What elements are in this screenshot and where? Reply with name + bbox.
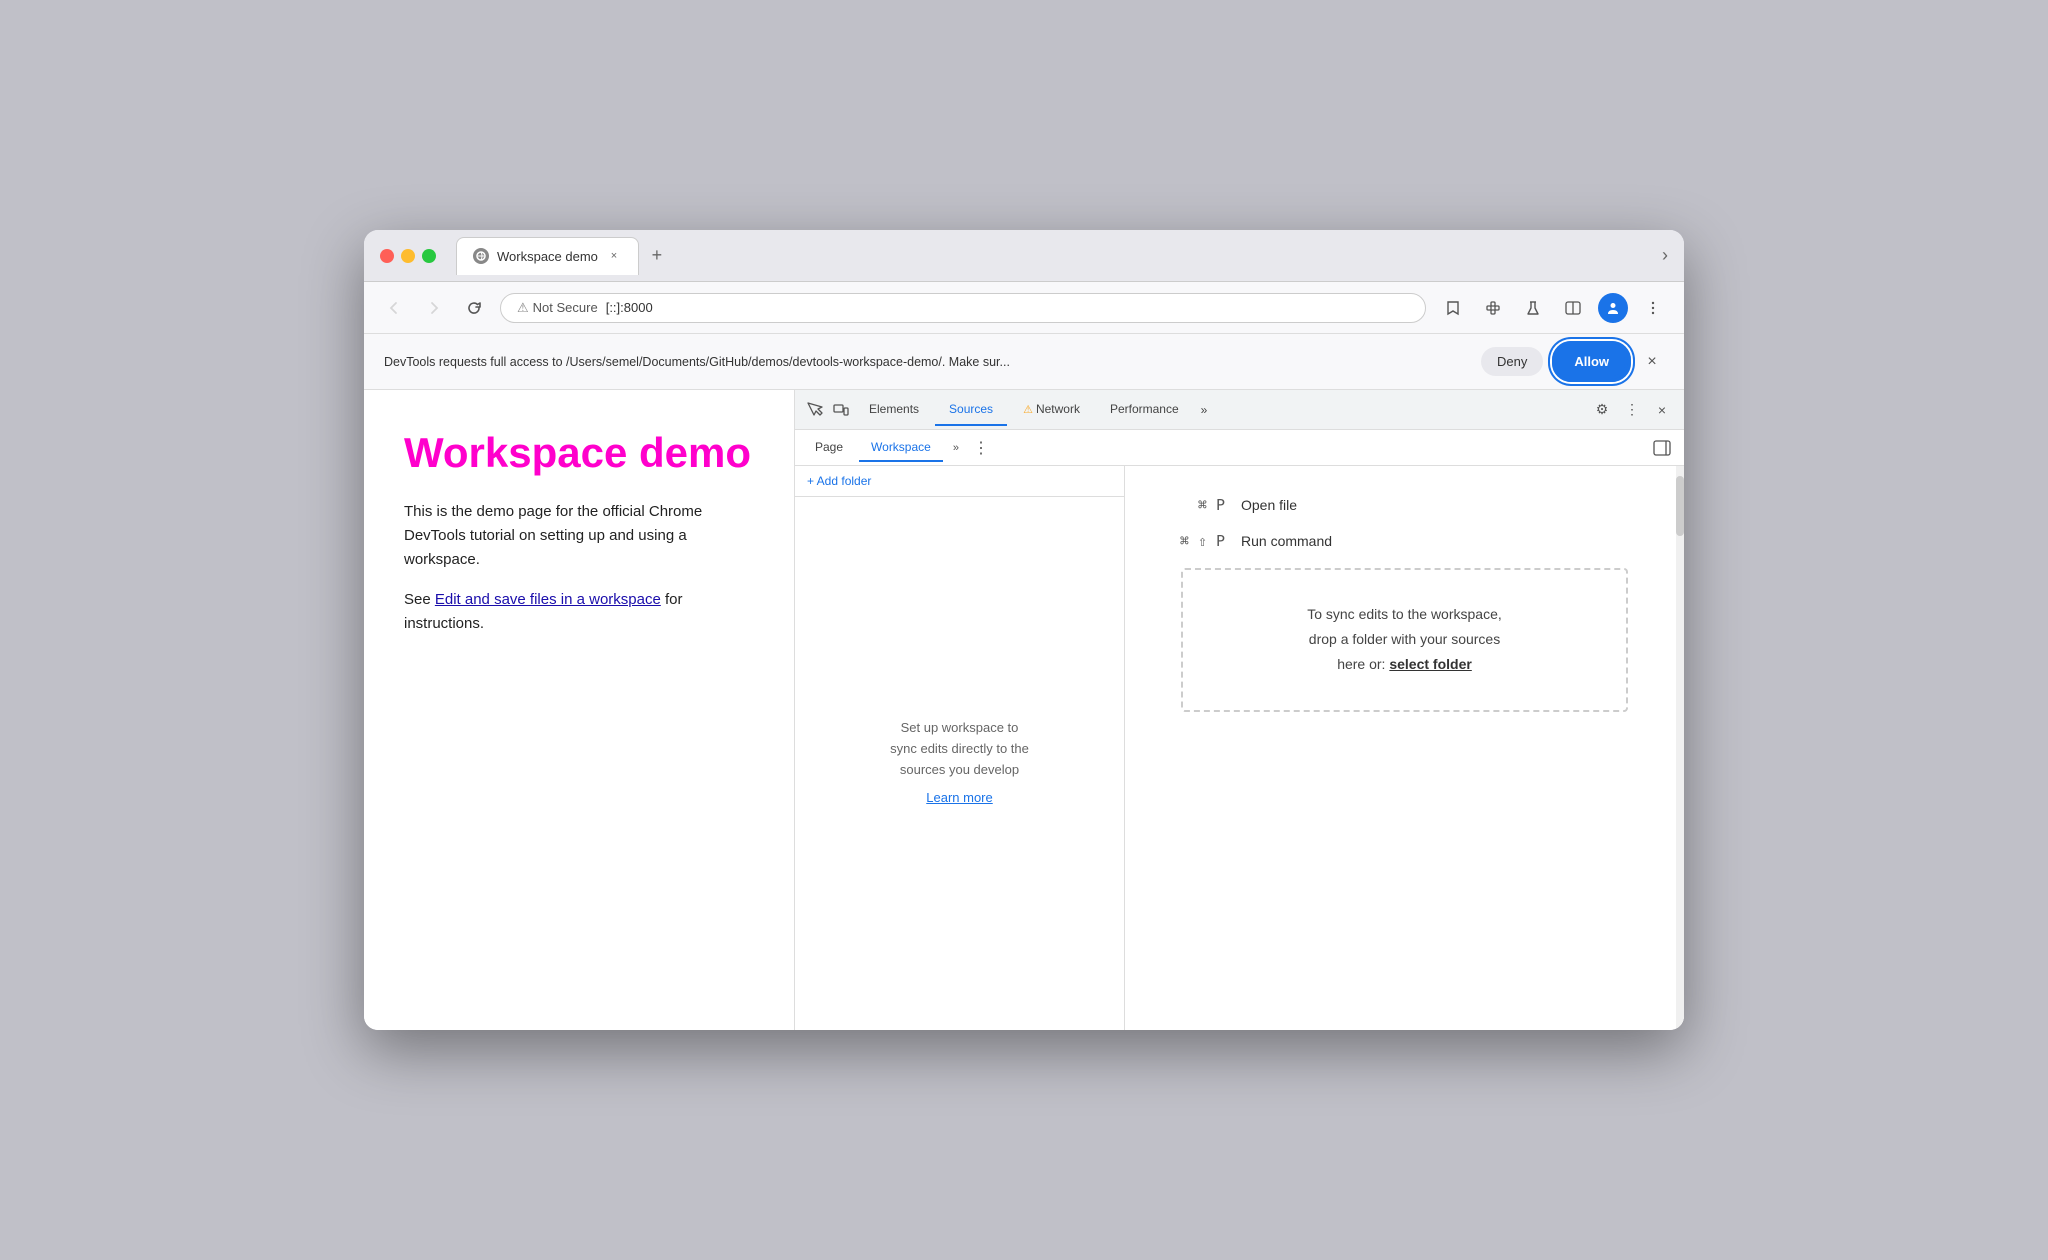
tab-list-button[interactable]: › [1662, 245, 1668, 266]
tab-network[interactable]: ⚠Network [1009, 394, 1094, 426]
browser-window: Workspace demo × + › ⚠ Not Secure [::]:8… [364, 230, 1684, 1030]
sources-right-content: ⌘ P Open file ⌘ ⇧ P Run command To sync … [1125, 466, 1684, 758]
allow-button[interactable]: Allow [1555, 344, 1628, 379]
permission-text: DevTools requests full access to /Users/… [384, 355, 1469, 369]
subtab-page[interactable]: Page [803, 434, 855, 462]
more-tabs-button[interactable]: » [1195, 399, 1214, 421]
shortcut-run-command-keys: ⌘ ⇧ P [1165, 532, 1225, 550]
scrollbar-thumb[interactable] [1676, 476, 1684, 536]
lab-button[interactable] [1518, 293, 1548, 323]
learn-more-link[interactable]: Learn more [926, 788, 992, 809]
settings-button[interactable]: ⚙ [1588, 396, 1616, 424]
tab-title: Workspace demo [497, 249, 598, 264]
tab-elements[interactable]: Elements [855, 394, 933, 426]
profile-button[interactable] [1598, 293, 1628, 323]
security-indicator: ⚠ Not Secure [517, 300, 598, 316]
empty-text: Set up workspace to sync edits directly … [890, 718, 1029, 780]
subtabs-more-button[interactable]: » [947, 438, 965, 458]
page-content: Workspace demo This is the demo page for… [364, 390, 794, 1030]
drop-zone[interactable]: To sync edits to the workspace, drop a f… [1181, 568, 1628, 712]
shortcut-run-command-label: Run command [1241, 533, 1332, 549]
body-paragraph-2: See Edit and save files in a workspace f… [404, 588, 754, 636]
devtools-tabs: Elements Sources ⚠Network Performance » … [795, 390, 1684, 430]
close-button[interactable] [380, 249, 394, 263]
devtools-more-button[interactable]: ⋮ [1618, 396, 1646, 424]
reload-button[interactable] [460, 294, 488, 322]
sidebar-toggle-button[interactable] [1648, 434, 1676, 462]
workspace-link[interactable]: Edit and save files in a workspace [435, 591, 661, 608]
extensions-button[interactable] [1478, 293, 1508, 323]
subtab-workspace[interactable]: Workspace [859, 434, 943, 462]
tab-sources[interactable]: Sources [935, 394, 1007, 426]
traffic-lights [380, 249, 436, 263]
body-prefix: See [404, 591, 435, 608]
content-area: Workspace demo This is the demo page for… [364, 390, 1684, 1030]
device-toggle-button[interactable] [829, 398, 853, 422]
not-secure-label: Not Secure [533, 300, 598, 315]
network-warning-icon: ⚠ [1023, 404, 1033, 416]
sources-subtabs: Page Workspace » ⋮ [795, 430, 1684, 466]
title-bar: Workspace demo × + › [364, 230, 1684, 282]
add-folder-button[interactable]: + Add folder [795, 466, 1124, 497]
shortcut-open-file-keys: ⌘ P [1165, 496, 1225, 514]
devtools-panel: Elements Sources ⚠Network Performance » … [794, 390, 1684, 1030]
tab-performance[interactable]: Performance [1096, 394, 1193, 426]
url-text: [::]:8000 [606, 300, 653, 315]
tab-bar: Workspace demo × + › [456, 237, 1668, 275]
select-folder-link[interactable]: select folder [1389, 656, 1471, 672]
shortcut-open-file: ⌘ P Open file [1165, 496, 1644, 514]
forward-button[interactable] [420, 294, 448, 322]
inspect-element-button[interactable] [803, 398, 827, 422]
page-body1: This is the demo page for the official C… [404, 500, 754, 636]
sources-body: + Add folder Set up workspace to sync ed… [795, 466, 1684, 1030]
tab-close-button[interactable]: × [606, 248, 622, 264]
address-bar: ⚠ Not Secure [::]:8000 [364, 282, 1684, 334]
body-paragraph-1: This is the demo page for the official C… [404, 500, 754, 572]
drop-zone-text-3: here or: [1337, 656, 1389, 672]
tab-favicon [473, 248, 489, 264]
active-tab[interactable]: Workspace demo × [456, 237, 639, 275]
toolbar-icons [1438, 293, 1668, 323]
page-title: Workspace demo [404, 430, 754, 476]
bookmark-button[interactable] [1438, 293, 1468, 323]
back-button[interactable] [380, 294, 408, 322]
permission-banner: DevTools requests full access to /Users/… [364, 334, 1684, 390]
sources-left-panel: + Add folder Set up workspace to sync ed… [795, 466, 1125, 1030]
shortcut-run-command: ⌘ ⇧ P Run command [1165, 532, 1644, 550]
chrome-menu-button[interactable] [1638, 293, 1668, 323]
banner-close-button[interactable]: × [1640, 350, 1664, 374]
drop-zone-text-1: To sync edits to the workspace, [1307, 606, 1502, 622]
drop-zone-text-2: drop a folder with your sources [1309, 631, 1500, 647]
shortcut-open-file-label: Open file [1241, 497, 1297, 513]
sources-right-panel: ⌘ P Open file ⌘ ⇧ P Run command To sync … [1125, 466, 1684, 1030]
scrollbar[interactable] [1676, 466, 1684, 1030]
minimize-button[interactable] [401, 249, 415, 263]
sources-empty-state: Set up workspace to sync edits directly … [795, 497, 1124, 1030]
warning-icon: ⚠ [517, 300, 529, 316]
url-bar[interactable]: ⚠ Not Secure [::]:8000 [500, 293, 1426, 323]
split-button[interactable] [1558, 293, 1588, 323]
new-tab-button[interactable]: + [643, 242, 671, 270]
devtools-close-button[interactable]: × [1648, 396, 1676, 424]
deny-button[interactable]: Deny [1481, 347, 1543, 376]
maximize-button[interactable] [422, 249, 436, 263]
subtabs-dots-button[interactable]: ⋮ [969, 436, 993, 460]
